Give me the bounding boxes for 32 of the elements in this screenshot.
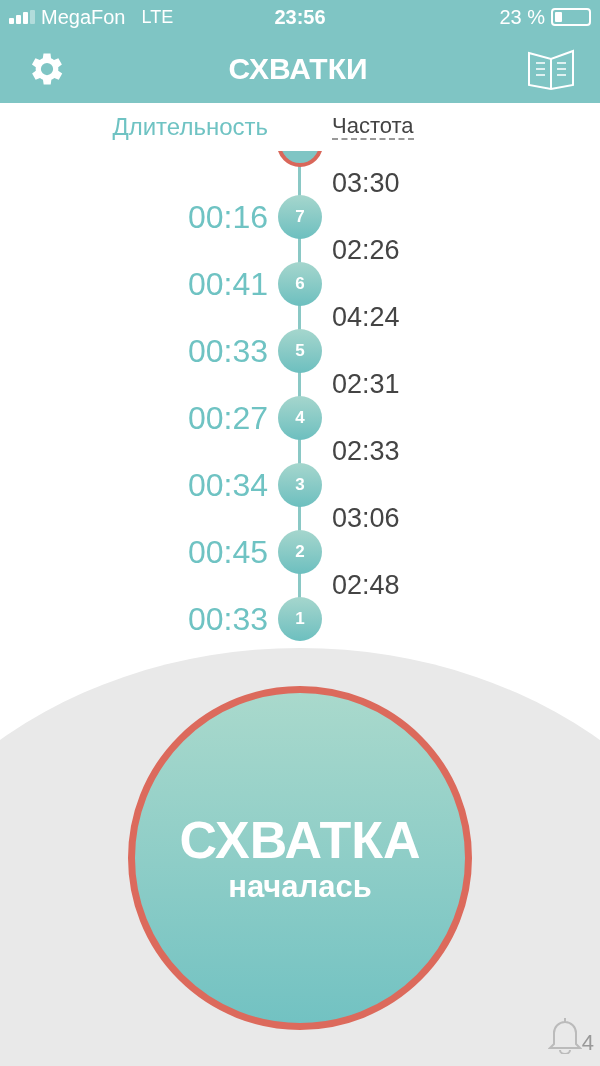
interval-time: 02:48 xyxy=(332,569,400,603)
duration-time: 00:34 xyxy=(187,466,268,505)
contraction-number[interactable]: 2 xyxy=(278,530,322,574)
interval-time: 02:31 xyxy=(332,368,400,402)
frequency-column-header[interactable]: Частота xyxy=(332,114,414,140)
duration-time: 00:16 xyxy=(187,198,268,237)
interval-time: 02:33 xyxy=(332,435,400,469)
duration-column-header[interactable]: Длительность xyxy=(112,109,268,145)
network-type: LTE xyxy=(141,5,174,29)
interval-time: 04:24 xyxy=(332,301,400,335)
duration-time: 00:33 xyxy=(187,600,268,639)
interval-time: 03:30 xyxy=(332,167,400,201)
contraction-number[interactable]: 3 xyxy=(278,463,322,507)
duration-time: 00:41 xyxy=(187,265,268,304)
screen-title: СХВАТКИ xyxy=(228,51,368,87)
contraction-number[interactable]: 1 xyxy=(278,597,322,641)
battery-percentage: 23 % xyxy=(499,5,545,30)
carrier-name: MegaFon xyxy=(41,5,126,30)
contraction-number[interactable]: 4 xyxy=(278,396,322,440)
clock-time: 23:56 xyxy=(274,5,326,30)
signal-icon xyxy=(9,10,35,24)
interval-time: 03:06 xyxy=(332,502,400,536)
contraction-number[interactable]: 7 xyxy=(278,195,322,239)
contraction-number[interactable]: 5 xyxy=(278,329,322,373)
duration-time: 00:33 xyxy=(187,332,268,371)
duration-time: 00:27 xyxy=(187,399,268,438)
duration-time: 00:45 xyxy=(187,533,268,572)
battery-icon xyxy=(551,8,591,26)
contraction-number[interactable]: 6 xyxy=(278,262,322,306)
notification-count: 4 xyxy=(581,1032,594,1054)
interval-time: 02:26 xyxy=(332,234,400,268)
bell-icon[interactable] xyxy=(547,1016,582,1054)
